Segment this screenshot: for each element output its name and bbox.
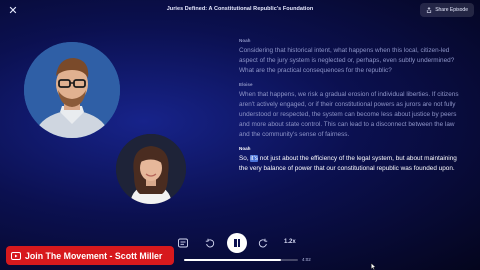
text-after-highlight: not just about the efficiency of the leg… <box>239 155 457 172</box>
share-episode-button[interactable]: Share Episode <box>420 3 474 17</box>
transcript-text: When that happens, we risk a gradual ero… <box>239 91 459 138</box>
transcript-entry-current: Noah So, it's not just about the efficie… <box>239 146 459 174</box>
transcript-entry: Eloise When that happens, we risk a grad… <box>239 82 459 140</box>
transcript-text-current: So, it's not just about the efficiency o… <box>239 154 459 174</box>
host-avatar-male <box>24 42 120 138</box>
speaker-name: Noah <box>239 146 251 151</box>
top-bar: ✕ Juries Defined: A Constitutional Repub… <box>0 0 480 22</box>
mouse-cursor-icon <box>371 263 376 270</box>
highlighted-word: it's <box>250 155 258 162</box>
speaker-name: Noah <box>239 38 251 43</box>
time-remaining: 4:02 <box>302 257 311 262</box>
pause-icon <box>234 239 237 247</box>
share-episode-label: Share Episode <box>435 7 468 13</box>
episode-title: Juries Defined: A Constitutional Republi… <box>166 6 314 12</box>
rewind-icon[interactable] <box>205 238 215 248</box>
youtube-icon <box>11 251 21 260</box>
pause-button[interactable] <box>227 233 247 253</box>
forward-icon[interactable] <box>258 238 268 248</box>
speaker-name: Eloise <box>239 82 253 87</box>
share-icon <box>427 7 432 13</box>
progress-fill <box>184 259 281 261</box>
join-movement-banner[interactable]: Join The Movement - Scott Miller <box>6 246 174 265</box>
host-avatar-female <box>116 134 186 204</box>
text-before-highlight: So, <box>239 155 251 162</box>
banner-label: Join The Movement - Scott Miller <box>25 250 163 261</box>
progress-bar[interactable] <box>184 259 298 261</box>
transcript-entry: Noah Considering that historical intent,… <box>239 38 459 76</box>
transcript-text: Considering that historical intent, what… <box>239 47 455 74</box>
transcript-icon[interactable] <box>178 238 188 248</box>
transcript-panel: Noah Considering that historical intent,… <box>239 38 459 180</box>
playback-speed-button[interactable]: 1.2x <box>284 239 296 245</box>
